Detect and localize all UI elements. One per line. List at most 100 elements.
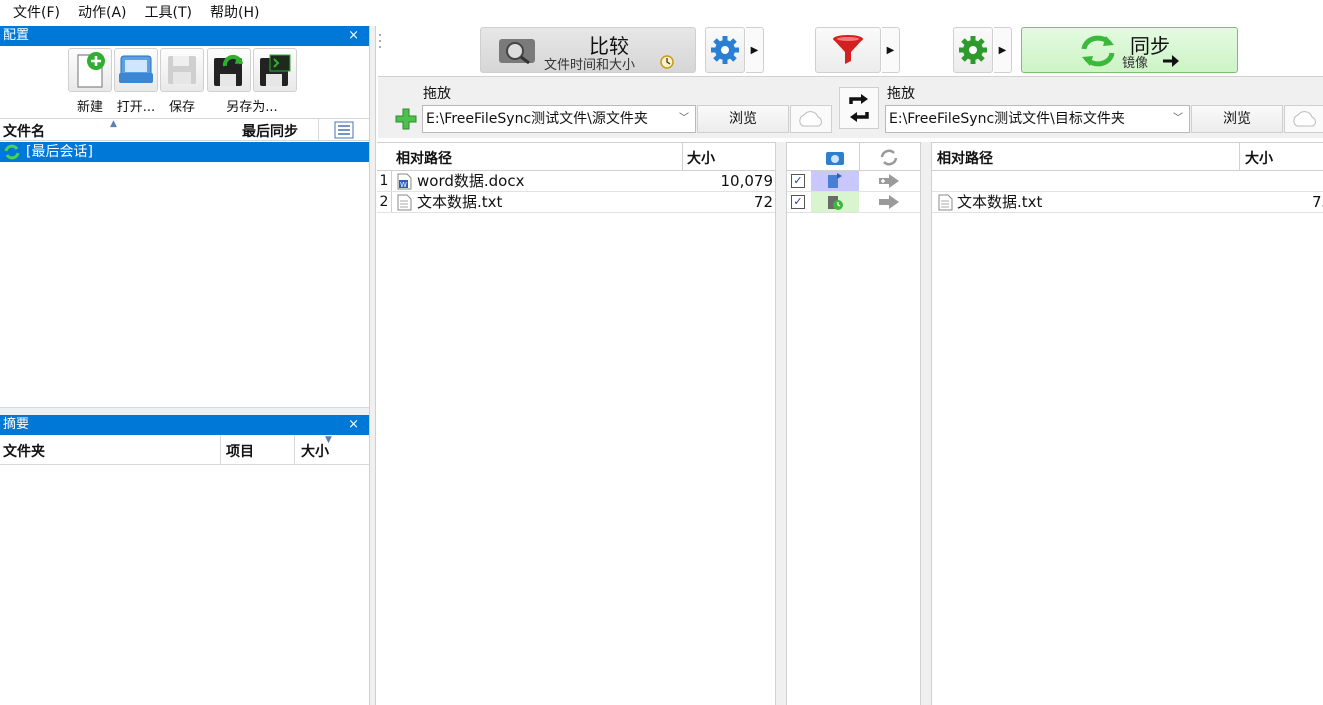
category-cell[interactable] [811,171,859,191]
compare-settings-dropdown[interactable]: ▶ [746,27,764,73]
menu-tools[interactable]: 工具(T) [136,0,201,26]
sync-button[interactable]: 同步 镜像 [1021,27,1238,73]
row-number: 2 [377,192,392,212]
sync-variant-label: 镜像 [1122,56,1149,71]
table-row[interactable]: ✓ [787,192,920,213]
left-file-grid: 1 W word数据.docx 10,079 2 文本数据.txt 72 [377,171,775,705]
filter-dropdown[interactable]: ▶ [882,27,900,73]
save-config-button[interactable]: 保存 [160,48,204,115]
summary-panel-close-icon[interactable]: × [348,415,359,435]
row-include-checkbox[interactable]: ✓ [791,195,805,209]
gear-icon [959,36,987,64]
grip-dot [379,40,381,42]
main-splitter[interactable] [369,26,376,705]
compare-settings-button[interactable] [705,27,745,73]
compare-variant-label: 文件时间和大小 [544,58,636,73]
summary-header: 文件夹 项目 大小 ▼ [0,435,369,465]
table-row[interactable]: 2 文本数据.txt 72 [377,192,775,213]
right-col-size[interactable]: 大小 [1245,148,1273,168]
table-row[interactable]: 文本数据.txt 75 [932,192,1323,213]
left-browse-button[interactable]: 浏览 [697,105,789,133]
summary-col-items[interactable]: 项目 [226,441,254,461]
column-divider [682,143,683,171]
grid-separator [920,142,932,705]
left-col-size[interactable]: 大小 [687,148,715,168]
sort-ascending-icon: ▲ [110,119,117,129]
word-file-icon: W [397,173,412,190]
batch-save-icon-box [253,48,297,92]
new-config-icon-box [68,48,112,92]
table-row[interactable] [932,171,1323,192]
new-config-label: 新建 [76,100,103,115]
save-as-icon-box [207,48,251,92]
left-cloud-button[interactable] [790,105,832,133]
sync-settings-dropdown[interactable]: ▶ [994,27,1012,73]
middle-action-grid: ✓ ✓ [787,171,920,705]
right-folder-path-text: E:\FreeFileSync测试文件\目标文件夹 [889,111,1125,127]
column-selector-button[interactable] [318,119,368,141]
swap-sides-button[interactable] [839,87,879,129]
table-row[interactable]: 1 W word数据.docx 10,079 [377,171,775,192]
compare-button[interactable]: 比较 文件时间和大小 [480,27,696,73]
left-folder-path-input[interactable]: E:\FreeFileSync测试文件\源文件夹 ﹀ [422,105,696,133]
cloud-icon [799,111,822,127]
summary-panel-title-text: 摘要 [3,417,30,432]
save-config-label: 保存 [168,100,195,115]
config-panel-close-icon[interactable]: × [348,26,359,46]
svg-text:W: W [400,181,407,189]
open-config-icon [119,55,153,83]
menu-bar: 文件(F) 动作(A) 工具(T) 帮助(H) [0,0,1323,26]
arrow-right-icon [1163,55,1179,67]
category-column-icon[interactable] [825,149,845,166]
action-column-icon[interactable] [879,148,899,167]
filter-button[interactable] [815,27,881,73]
summary-col-folder[interactable]: 文件夹 [3,441,45,461]
new-config-button[interactable]: 新建 [68,48,112,115]
menu-file[interactable]: 文件(F) [4,0,69,26]
left-col-relative-path[interactable]: 相对路径 [396,148,452,168]
column-list-icon [334,121,353,139]
summary-panel-title: 摘要 × [0,415,369,435]
config-panel-title-text: 配置 [3,28,30,43]
config-panel-title: 配置 × [0,26,369,46]
batch-save-icon [260,54,291,86]
chevron-down-icon[interactable]: ﹀ [679,106,689,132]
file-size: 72 [753,193,773,211]
file-name: 文本数据.txt [417,193,503,211]
grip-dot [379,46,381,48]
gear-icon [711,36,739,64]
left-drop-label: 拖放 [423,86,451,102]
open-config-icon-box [114,48,158,92]
right-cloud-button[interactable] [1284,105,1323,133]
config-list-header: 文件名 ▲ 最后同步 [0,118,369,141]
config-col-filename[interactable]: 文件名 [3,121,45,141]
right-browse-button[interactable]: 浏览 [1191,105,1283,133]
row-include-checkbox[interactable]: ✓ [791,174,805,188]
filter-icon [833,35,863,64]
overwrite-right-icon [879,195,899,209]
add-folder-pair-button[interactable] [394,107,418,131]
main-toolbar: 比较 文件时间和大小 ▶ ▶ ▶ 同步 镜像 [385,26,1323,76]
chevron-down-icon[interactable]: ﹀ [1173,106,1183,132]
config-col-last-sync[interactable]: 最后同步 [242,121,298,141]
table-row[interactable]: ✓ [787,171,920,192]
save-as-config-button[interactable]: 另存为... [207,48,297,115]
sync-settings-button[interactable] [953,27,993,73]
column-divider [859,143,860,171]
right-folder-path-input[interactable]: E:\FreeFileSync测试文件\目标文件夹 ﹀ [885,105,1190,133]
open-config-button[interactable]: 打开... [114,48,158,115]
file-name: word数据.docx [417,172,525,190]
menu-action[interactable]: 动作(A) [69,0,136,26]
file-size: 10,079 [720,172,774,190]
right-col-relative-path[interactable]: 相对路径 [937,148,993,168]
clock-icon [660,55,674,69]
config-list-item[interactable]: [最后会话] [0,142,369,162]
sync-icon [1081,35,1115,67]
plus-icon [395,108,417,130]
left-only-icon [828,173,842,188]
column-divider [1239,143,1240,171]
folder-pair-area: 拖放 E:\FreeFileSync测试文件\源文件夹 ﹀ 浏览 拖放 E:\F… [378,76,1323,138]
category-cell[interactable] [811,192,859,212]
menu-help[interactable]: 帮助(H) [201,0,268,26]
left-panel-splitter[interactable] [0,407,369,415]
